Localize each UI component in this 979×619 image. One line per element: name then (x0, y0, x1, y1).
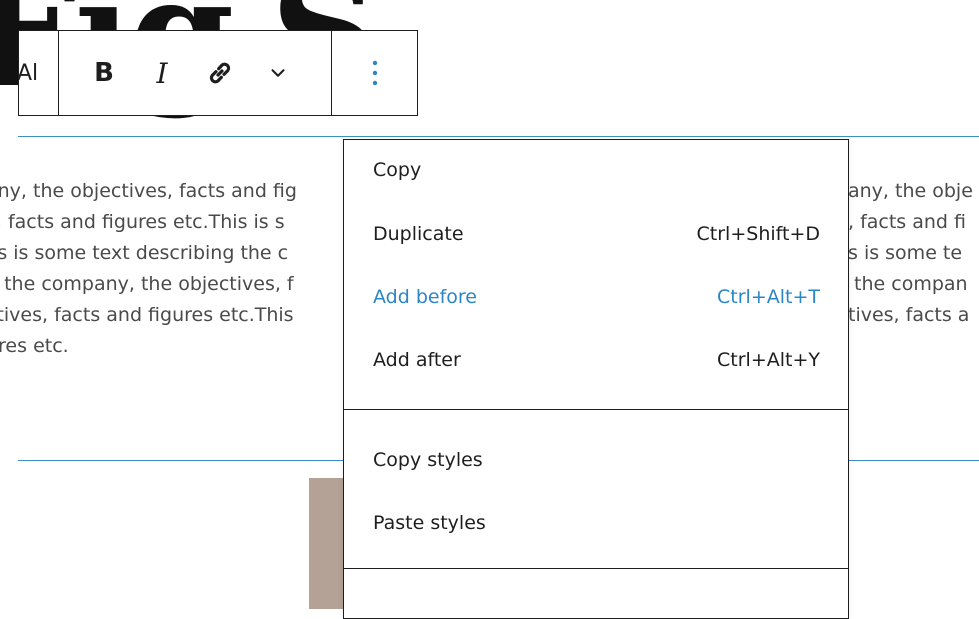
menu-item-shortcut: Ctrl+Alt+Y (717, 348, 820, 371)
menu-item-shortcut: Ctrl+Alt+T (717, 285, 820, 308)
paragraph-right[interactable]: any, the obje, facts and fi s is some te … (848, 176, 979, 331)
options-button[interactable] (346, 44, 404, 102)
more-formats-button[interactable] (249, 44, 307, 102)
menu-item-add-before[interactable]: Add before Ctrl+Alt+T (344, 265, 848, 328)
paragraph-line: any, the objectives, facts and fig (0, 180, 297, 202)
menu-item-label: Add after (373, 348, 461, 371)
block-toolbar: Al B I (18, 30, 418, 116)
menu-item-duplicate[interactable]: Duplicate Ctrl+Shift+D (344, 202, 848, 265)
paragraph-line: s, facts and figures etc.This is s (0, 211, 285, 233)
vertical-ellipsis-icon (372, 60, 377, 86)
bold-icon: B (94, 58, 114, 88)
block-type-button[interactable]: Al (19, 31, 59, 115)
menu-item-label: Add before (373, 285, 477, 308)
paragraph-line: s is some te (848, 242, 963, 264)
section-divider-top (18, 136, 979, 137)
menu-item-copy[interactable]: Copy (344, 138, 848, 202)
paragraph-line: , facts and fi (848, 211, 966, 233)
block-options (332, 31, 417, 115)
paragraph-line: g the company, the objectives, f (0, 273, 294, 295)
italic-button[interactable]: I (133, 44, 191, 102)
paragraph-line: is is some text describing the c (0, 242, 289, 264)
menu-item-label: Copy styles (373, 448, 483, 471)
block-type-label: Al (19, 60, 39, 86)
block-options-menu: Copy Duplicate Ctrl+Shift+D Add before Ctr… (343, 139, 849, 619)
link-button[interactable] (191, 44, 249, 102)
paragraph-line: tives, facts a (848, 304, 970, 326)
menu-group-styles: Copy styles Paste styles (344, 410, 848, 569)
paragraph-line: the compan (848, 273, 968, 295)
paragraph-left[interactable]: any, the objectives, facts and fig s, fac… (0, 176, 344, 362)
italic-icon: I (156, 56, 168, 90)
chevron-down-icon (271, 69, 285, 77)
format-controls: B I (59, 31, 332, 115)
paragraph-line: any, the obje (848, 180, 973, 202)
menu-item-add-after[interactable]: Add after Ctrl+Alt+Y (344, 328, 848, 391)
menu-item-label: Paste styles (373, 511, 486, 534)
menu-item-copy-styles[interactable]: Copy styles (344, 428, 848, 491)
menu-item-paste-styles[interactable]: Paste styles (344, 491, 848, 554)
link-icon (209, 62, 231, 84)
bold-button[interactable]: B (75, 44, 133, 102)
paragraph-line: ctives, facts and figures etc.This (0, 304, 294, 326)
menu-item-label: Duplicate (373, 222, 464, 245)
menu-item-label: Copy (373, 159, 422, 181)
menu-group-block-actions: Copy Duplicate Ctrl+Shift+D Add before Ctr… (344, 140, 848, 410)
menu-item-shortcut: Ctrl+Shift+D (696, 222, 820, 245)
paragraph-line: ures etc. (0, 335, 69, 357)
